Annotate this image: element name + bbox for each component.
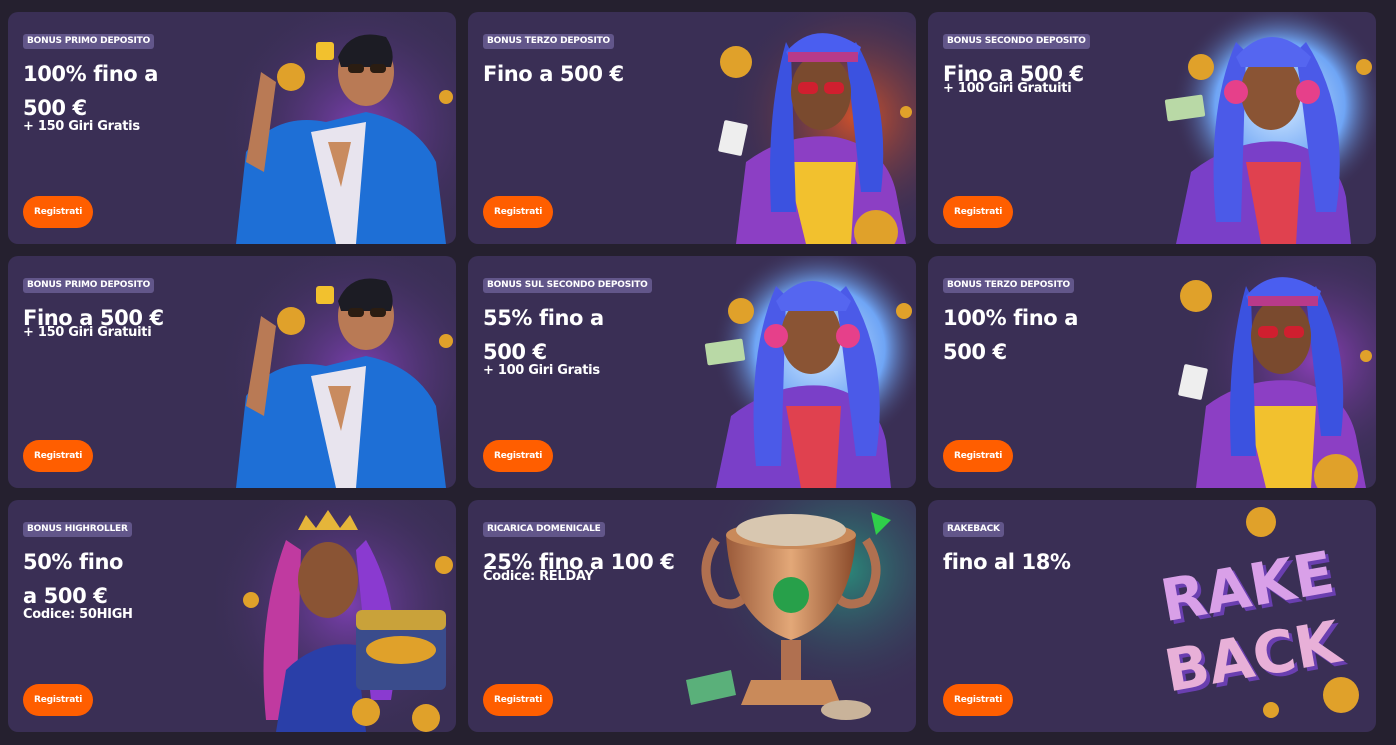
promo-card: BONUS TERZO DEPOSITO Fino a 500 € Regist… — [468, 12, 916, 244]
promo-badge: BONUS HIGHROLLER — [23, 522, 132, 537]
register-button[interactable]: Registrati — [23, 440, 94, 472]
register-button[interactable]: Registrati — [483, 440, 554, 472]
promo-badge: BONUS SUL SECONDO DEPOSITO — [483, 278, 652, 293]
promo-badge: RICARICA DOMENICALE — [483, 522, 605, 537]
register-button[interactable]: Registrati — [23, 684, 94, 716]
register-button[interactable]: Registrati — [23, 196, 94, 228]
promo-title: Fino a 500 € — [483, 62, 624, 86]
promo-title: 100% fino a 500 € — [943, 306, 1078, 364]
register-button[interactable]: Registrati — [483, 196, 554, 228]
promo-title: fino al 18% — [943, 550, 1071, 574]
register-button[interactable]: Registrati — [943, 196, 1014, 228]
man-blue-suit-illustration — [216, 256, 456, 488]
rakeback-logo: RAKE RAKE BACK BACK — [1136, 500, 1376, 732]
promo-title: 50% fino a 500 € — [23, 550, 124, 608]
woman-yellow-top-illustration — [676, 12, 916, 244]
promo-subtitle: Codice: 50HIGH — [23, 607, 133, 622]
woman-headphones-illustration — [676, 256, 916, 488]
promo-card: BONUS HIGHROLLER 50% fino a 500 € Codice… — [8, 500, 456, 732]
man-blue-suit-illustration — [216, 12, 456, 244]
promo-card: BONUS TERZO DEPOSITO 100% fino a 500 € R… — [928, 256, 1376, 488]
promo-card: BONUS SUL SECONDO DEPOSITO 55% fino a 50… — [468, 256, 916, 488]
trophy-coins-illustration — [676, 500, 916, 732]
promo-card: BONUS PRIMO DEPOSITO 100% fino a 500 € +… — [8, 12, 456, 244]
promo-badge: BONUS PRIMO DEPOSITO — [23, 278, 155, 293]
promo-card: BONUS PRIMO DEPOSITO Fino a 500 € + 150 … — [8, 256, 456, 488]
promo-subtitle: + 100 Giri Gratis — [483, 363, 600, 378]
promo-card: BONUS SECONDO DEPOSITO Fino a 500 € + 10… — [928, 12, 1376, 244]
promo-title: 55% fino a 500 € — [483, 306, 604, 364]
promo-badge: BONUS TERZO DEPOSITO — [483, 34, 614, 49]
promo-subtitle: + 100 Giri Gratuiti — [943, 81, 1072, 96]
promo-badge: BONUS TERZO DEPOSITO — [943, 278, 1074, 293]
register-button[interactable]: Registrati — [483, 684, 554, 716]
woman-headphones-illustration — [1136, 12, 1376, 244]
promo-badge: BONUS SECONDO DEPOSITO — [943, 34, 1090, 49]
queen-treasure-illustration — [216, 500, 456, 732]
promo-card: RICARICA DOMENICALE 25% fino a 100 € Cod… — [468, 500, 916, 732]
promo-grid: BONUS PRIMO DEPOSITO 100% fino a 500 € +… — [8, 12, 1376, 732]
promo-title: 100% fino a 500 € — [23, 62, 158, 120]
register-button[interactable]: Registrati — [943, 440, 1014, 472]
woman-yellow-top-illustration — [1136, 256, 1376, 488]
promo-subtitle: + 150 Giri Gratuiti — [23, 325, 152, 340]
promo-badge: RAKEBACK — [943, 522, 1004, 537]
promo-card: RAKEBACK fino al 18% RAKE RAKE BACK BACK… — [928, 500, 1376, 732]
promo-badge: BONUS PRIMO DEPOSITO — [23, 34, 155, 49]
promo-subtitle: + 150 Giri Gratis — [23, 119, 140, 134]
register-button[interactable]: Registrati — [943, 684, 1014, 716]
